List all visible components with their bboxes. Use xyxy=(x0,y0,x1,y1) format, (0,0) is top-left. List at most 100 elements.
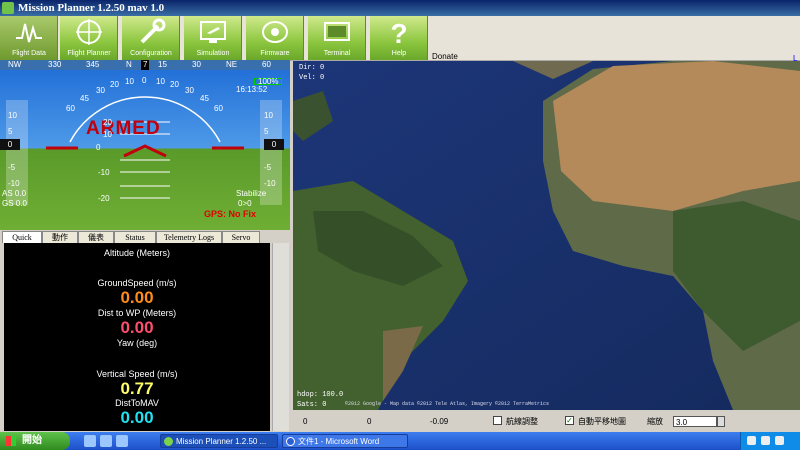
altitude-tick: 10 xyxy=(264,111,273,120)
tray-icon[interactable] xyxy=(775,436,784,445)
map-view[interactable]: Dir: 0 Vel: 0 hdop: 100.0 Sats: 0 ©2012 … xyxy=(293,61,800,410)
terminal-button[interactable]: Terminal xyxy=(308,16,366,60)
pitch-label: -10 xyxy=(98,168,110,177)
help-icon: ? xyxy=(390,18,407,46)
folder-icon[interactable] xyxy=(100,435,112,447)
quick-scrollbar[interactable] xyxy=(272,243,289,431)
taskbar: 開始 Mission Planner 1.2.50 ... 文件1 - Micr… xyxy=(0,432,800,450)
map-sats-readout: Sats: 0 xyxy=(297,401,327,409)
armed-status: ARMED xyxy=(86,118,161,139)
volume-icon[interactable] xyxy=(761,436,770,445)
tab-gauges[interactable]: 儀表 xyxy=(78,231,114,243)
task-label: Mission Planner 1.2.50 ... xyxy=(176,437,267,446)
map-status-bar: 0 0 -0.09 航線調整 ✓ 自動平移地圖 縮放 3.0 xyxy=(293,411,800,431)
speed-pointer: 0 xyxy=(0,139,20,150)
word-icon xyxy=(286,437,295,446)
svg-text:?: ? xyxy=(390,18,407,46)
firmware-icon xyxy=(262,21,288,43)
autopan-checkbox[interactable]: ✓ xyxy=(565,416,574,425)
altitude-tick: -5 xyxy=(264,163,272,172)
task-mission-planner[interactable]: Mission Planner 1.2.50 ... xyxy=(160,434,278,448)
configuration-icon xyxy=(140,18,166,44)
windows-logo-icon xyxy=(6,436,16,446)
tab-telemetry-logs[interactable]: Telemetry Logs xyxy=(156,231,222,243)
start-label: 開始 xyxy=(22,435,42,446)
tab-servo[interactable]: Servo xyxy=(222,231,260,243)
altitude-tick: 5 xyxy=(264,127,269,136)
map-direction-readout: Dir: 0 xyxy=(299,64,325,72)
speed-tick: 10 xyxy=(8,111,17,120)
terminal-icon xyxy=(324,22,350,41)
title-bar: Mission Planner 1.2.50 mav 1.0 xyxy=(0,0,800,16)
quick-label-groundspeed: GroundSpeed (m/s) xyxy=(97,278,177,288)
firmware-button[interactable]: Firmware xyxy=(246,16,304,60)
flight-data-button[interactable]: Flight Data xyxy=(0,16,58,60)
quick-label-yaw: Yaw (deg) xyxy=(116,338,158,348)
route-tune-checkbox[interactable] xyxy=(493,416,502,425)
roll-label: 20 xyxy=(110,80,119,89)
roll-label: 30 xyxy=(96,86,105,95)
flight-data-icon xyxy=(16,23,42,43)
app-icon xyxy=(2,2,14,14)
simulation-button[interactable]: Simulation xyxy=(184,16,242,60)
tab-actions[interactable]: 動作 xyxy=(42,231,78,243)
firmware-label: Firmware xyxy=(260,50,290,57)
window-title: Mission Planner 1.2.50 mav 1.0 xyxy=(18,2,165,14)
pitch-label: 20 xyxy=(103,118,112,127)
donate-link[interactable]: Donate xyxy=(432,52,458,61)
roll-label: 10 xyxy=(125,77,134,86)
pitch-label: 0 xyxy=(96,143,101,152)
map-copyright: ©2012 Google - Map data ©2012 Tele Atlas… xyxy=(345,401,550,407)
clock-readout: 16:13:52 xyxy=(236,85,268,94)
map-status-value: 0 xyxy=(367,417,372,426)
roll-label: 10 xyxy=(156,77,165,86)
quick-label-dist-wp: Dist to WP (Meters) xyxy=(97,308,177,318)
flight-planner-button[interactable]: Flight Planner xyxy=(60,16,118,60)
quick-value-dist-to-mav: 0.00 xyxy=(120,408,154,427)
quick-label-vertical-speed: Vertical Speed (m/s) xyxy=(96,369,178,379)
route-tune-label: 航線調整 xyxy=(506,417,538,426)
roll-label: 45 xyxy=(80,94,89,103)
zoom-label: 縮放 xyxy=(647,417,663,426)
tab-status[interactable]: Status xyxy=(114,231,156,243)
roll-label: 30 xyxy=(185,86,194,95)
speed-tick: -10 xyxy=(8,179,20,188)
quick-value-groundspeed: 0.00 xyxy=(120,288,154,307)
zoom-spinner[interactable] xyxy=(717,416,725,427)
help-button[interactable]: ? Help xyxy=(370,16,428,60)
start-button[interactable]: 開始 xyxy=(0,432,70,450)
pitch-label: -20 xyxy=(98,194,110,203)
speed-tick: -5 xyxy=(8,163,16,172)
configuration-label: Configuration xyxy=(130,50,172,57)
map-hdop-readout: hdop: 100.0 xyxy=(297,391,344,399)
mission-planner-icon xyxy=(164,437,173,446)
pitch-label: 10 xyxy=(103,130,112,139)
groundspeed-readout: GS 0.0 xyxy=(2,199,27,208)
network-icon[interactable] xyxy=(747,436,756,445)
task-word[interactable]: 文件1 - Microsoft Word xyxy=(282,434,408,448)
hud-display: NW 330 345 N 15 30 NE 60 7 100% 16:13:52… xyxy=(0,60,290,230)
autopan-label: 自動平移地圖 xyxy=(578,417,626,426)
tab-quick[interactable]: Quick xyxy=(2,231,42,243)
altitude-tick: -10 xyxy=(264,179,276,188)
help-label: Help xyxy=(391,50,407,57)
roll-label: 60 xyxy=(66,104,75,113)
task-label: 文件1 - Microsoft Word xyxy=(298,437,380,446)
simulation-label: Simulation xyxy=(196,50,230,57)
quick-value-vertical-speed: 0.77 xyxy=(120,379,154,398)
altitude-pointer: 0 xyxy=(264,139,284,150)
map-status-value: -0.09 xyxy=(430,417,449,426)
ie-icon[interactable] xyxy=(84,435,96,447)
configuration-button[interactable]: Configuration xyxy=(122,16,180,60)
airspeed-readout: AS 0.0 xyxy=(2,189,27,198)
zoom-input[interactable]: 3.0 xyxy=(673,416,717,427)
media-icon[interactable] xyxy=(116,435,128,447)
roll-label: 20 xyxy=(170,80,179,89)
flight-data-label: Flight Data xyxy=(12,50,46,57)
flight-planner-label: Flight Planner xyxy=(67,50,111,57)
info-tabs: Quick 動作 儀表 Status Telemetry Logs Servo xyxy=(0,231,290,243)
flight-mode: Stabilize xyxy=(236,189,267,198)
waypoint-readout: 0>0 xyxy=(238,199,252,208)
quick-value-dist-wp: 0.00 xyxy=(120,318,154,337)
quick-label-altitude: Altitude (Meters) xyxy=(103,248,171,258)
